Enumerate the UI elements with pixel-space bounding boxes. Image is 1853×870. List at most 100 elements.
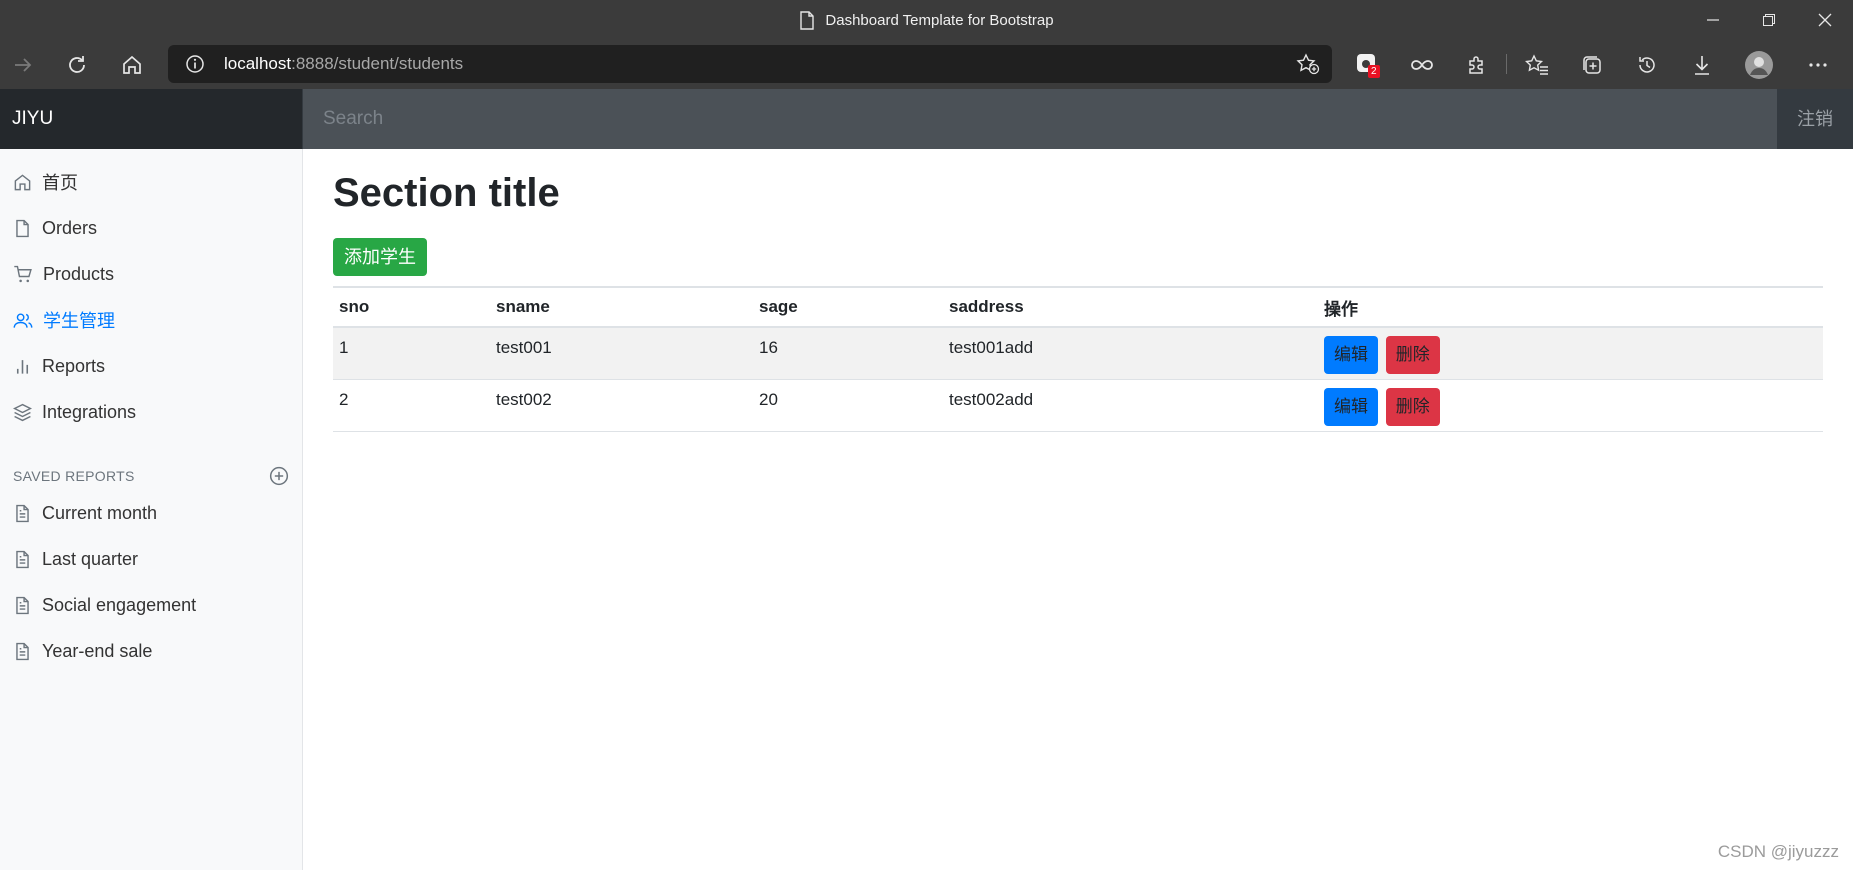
sidebar-item-label: Reports xyxy=(42,355,106,376)
extension-badge: 2 xyxy=(1368,65,1380,78)
infinity-extension-button[interactable] xyxy=(1409,52,1435,78)
column-header-sage: sage xyxy=(753,286,943,328)
column-header-sno: sno xyxy=(333,286,490,328)
toolbar-divider xyxy=(1506,54,1507,74)
file-text-icon xyxy=(16,504,29,522)
page-document-icon xyxy=(800,10,815,30)
download-icon xyxy=(1695,56,1709,75)
tab-title: Dashboard Template for Bootstrap xyxy=(825,11,1054,29)
saved-report-label: Year-end sale xyxy=(42,640,153,661)
shopping-cart-icon xyxy=(14,265,32,282)
saved-report-year-end-sale[interactable]: Year-end sale xyxy=(0,628,302,674)
browser-title-bar: Dashboard Template for Bootstrap xyxy=(0,0,1853,40)
avatar xyxy=(1745,51,1773,79)
add-student-button[interactable]: 添加学生 xyxy=(333,238,427,276)
delete-button[interactable]: 删除 xyxy=(1385,336,1440,374)
window-title: Dashboard Template for Bootstrap xyxy=(0,0,1853,40)
layers-icon xyxy=(13,403,32,421)
cell-actions: 编辑 删除 xyxy=(1318,379,1823,432)
url-text[interactable]: localhost:8888/student/students xyxy=(224,45,463,83)
saved-report-last-quarter[interactable]: Last quarter xyxy=(0,536,302,582)
sidebar-item-label: 首页 xyxy=(42,173,78,193)
forward-button[interactable] xyxy=(10,52,36,78)
history-button[interactable] xyxy=(1634,52,1660,78)
sidebar-item-reports[interactable]: Reports xyxy=(0,343,302,389)
sidebar-item-integrations[interactable]: Integrations xyxy=(0,389,302,435)
home-button[interactable] xyxy=(119,52,145,78)
saved-report-current-month[interactable]: Current month xyxy=(0,490,302,536)
column-header-actions: 操作 xyxy=(1318,286,1823,328)
file-text-icon xyxy=(16,550,29,568)
sidebar-item-label: 学生管理 xyxy=(43,311,115,331)
sidebar-item-orders[interactable]: Orders xyxy=(0,205,302,251)
extension-button[interactable]: 2 xyxy=(1354,52,1380,78)
refresh-button[interactable] xyxy=(64,52,90,78)
file-text-icon xyxy=(16,596,29,614)
logout-link[interactable]: 注销 xyxy=(1777,89,1853,149)
add-favorite-icon[interactable] xyxy=(1296,53,1320,75)
favorites-icon xyxy=(1525,54,1548,75)
refresh-icon xyxy=(69,56,85,73)
restore-button[interactable] xyxy=(1741,0,1797,40)
sidebar-item-products[interactable]: Products xyxy=(0,251,302,297)
plus-circle-icon[interactable] xyxy=(269,466,289,486)
sidebar-item-students[interactable]: 学生管理 xyxy=(0,297,302,343)
bar-chart-icon xyxy=(16,359,29,374)
column-header-saddress: saddress xyxy=(943,286,1318,328)
collections-icon xyxy=(1583,56,1601,74)
brand-link[interactable]: JIYU xyxy=(0,89,302,149)
more-menu-button[interactable] xyxy=(1805,52,1831,78)
cell-saddress: test002add xyxy=(943,379,1318,432)
users-icon xyxy=(13,312,33,328)
profile-button[interactable] xyxy=(1744,50,1774,80)
home-icon xyxy=(14,173,31,190)
history-icon xyxy=(1639,57,1655,73)
saved-reports-heading: SAVED REPORTS xyxy=(13,468,135,484)
minimize-icon xyxy=(1707,19,1719,21)
cell-actions: 编辑 删除 xyxy=(1318,327,1823,380)
sidebar-item-label: Orders xyxy=(42,217,98,238)
address-bar[interactable]: localhost:8888/student/students xyxy=(168,45,1332,83)
cell-sno: 1 xyxy=(333,327,490,380)
edit-button[interactable]: 编辑 xyxy=(1324,336,1378,374)
saved-reports-header: SAVED REPORTS xyxy=(13,463,289,489)
downloads-button[interactable] xyxy=(1689,52,1715,78)
cell-sage: 20 xyxy=(753,379,943,432)
arrow-right-icon xyxy=(15,58,32,72)
saved-report-social-engagement[interactable]: Social engagement xyxy=(0,582,302,628)
page-title: Section title xyxy=(333,171,560,215)
infinity-icon xyxy=(1411,60,1433,70)
saved-report-label: Social engagement xyxy=(42,594,197,615)
table-row: 1 test001 16 test001add 编辑 删除 xyxy=(333,327,1823,380)
close-window-button[interactable] xyxy=(1797,0,1853,40)
column-header-sname: sname xyxy=(490,286,753,328)
table-row: 2 test002 20 test002add 编辑 删除 xyxy=(333,379,1823,432)
cell-saddress: test001add xyxy=(943,327,1318,380)
table-header-row: sno sname sage saddress 操作 xyxy=(333,286,1823,328)
extensions-button[interactable] xyxy=(1464,52,1490,78)
top-navbar: JIYU 注销 xyxy=(0,89,1853,149)
close-icon xyxy=(1818,13,1832,27)
cell-sname: test002 xyxy=(490,379,753,432)
collections-button[interactable] xyxy=(1579,52,1605,78)
saved-report-label: Last quarter xyxy=(42,548,139,569)
sidebar-item-label: Integrations xyxy=(42,401,137,422)
favorites-button[interactable] xyxy=(1524,52,1550,78)
info-icon xyxy=(186,55,204,73)
more-horizontal-icon xyxy=(1809,63,1827,67)
home-icon xyxy=(123,55,141,74)
sidebar: 首页 Orders Products 学生管理 Reports Integrat… xyxy=(0,149,303,870)
saved-report-label: Current month xyxy=(42,502,158,523)
students-table: sno sname sage saddress 操作 1 test001 16 … xyxy=(333,286,1823,432)
edit-button[interactable]: 编辑 xyxy=(1324,387,1378,426)
cell-sage: 16 xyxy=(753,327,943,380)
watermark: CSDN @jiyuzzz xyxy=(1717,842,1839,861)
file-text-icon xyxy=(16,642,29,660)
minimize-button[interactable] xyxy=(1685,0,1741,40)
sidebar-item-home[interactable]: 首页 xyxy=(0,159,302,205)
delete-button[interactable]: 删除 xyxy=(1385,387,1440,426)
window-controls xyxy=(1685,0,1853,40)
cell-sno: 2 xyxy=(333,379,490,432)
cell-sname: test001 xyxy=(490,327,753,380)
search-input[interactable] xyxy=(303,89,1777,149)
